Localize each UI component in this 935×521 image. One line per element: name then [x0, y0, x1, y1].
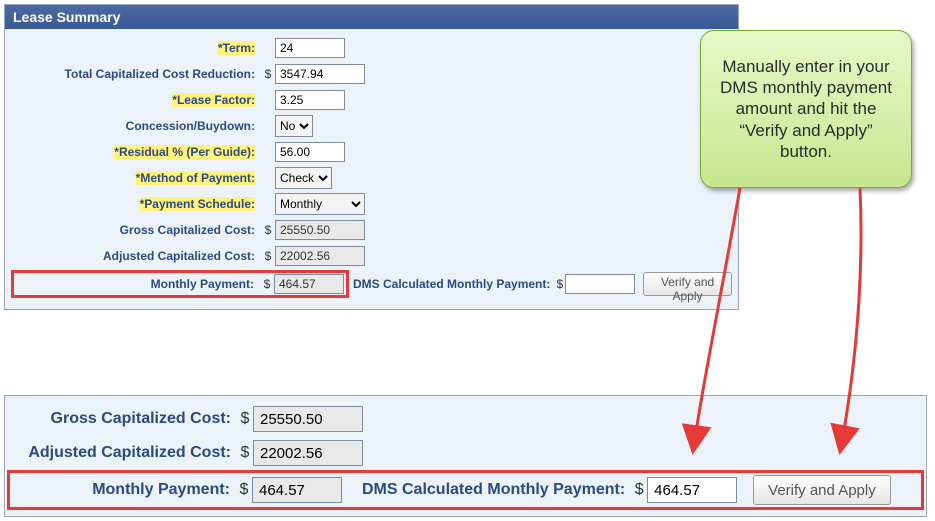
- dollar-sign: $: [236, 481, 252, 499]
- zoom-panel: Gross Capitalized Cost: $ Adjusted Capit…: [4, 395, 927, 517]
- zoom-label-adjusted: Adjusted Capitalized Cost:: [7, 444, 237, 462]
- label-gross: Gross Capitalized Cost:: [11, 223, 261, 237]
- label-concession: Concession/Buydown:: [11, 119, 261, 133]
- input-lease-factor[interactable]: [275, 90, 345, 110]
- input-adjusted: [275, 246, 365, 266]
- dollar-sign: $: [631, 481, 647, 499]
- input-residual[interactable]: [275, 142, 345, 162]
- dollar-sign: $: [260, 277, 274, 291]
- label-lease-factor: *Lease Factor:: [172, 93, 255, 107]
- dollar-sign: $: [237, 444, 253, 462]
- dollar-sign: $: [261, 223, 275, 237]
- input-term[interactable]: [275, 38, 345, 58]
- input-dms-calc[interactable]: [565, 274, 635, 294]
- select-schedule[interactable]: Monthly: [275, 193, 365, 215]
- callout-bubble: Manually enter in your DMS monthly payme…: [700, 30, 912, 188]
- zoom-label-monthly: Monthly Payment:: [12, 481, 236, 499]
- highlight-zoom-row: Monthly Payment: $ DMS Calculated Monthl…: [7, 470, 924, 510]
- lease-summary-panel: Lease Summary *Term: Total Capitalized C…: [4, 4, 739, 310]
- zoom-verify-apply-button[interactable]: Verify and Apply: [753, 475, 891, 505]
- verify-apply-button[interactable]: Verify and Apply: [643, 272, 732, 296]
- select-method[interactable]: Check: [275, 167, 332, 189]
- zoom-input-adjusted: [253, 440, 363, 466]
- dollar-sign: $: [554, 277, 565, 291]
- highlight-monthly-payment: Monthly Payment: $: [11, 270, 349, 298]
- select-concession[interactable]: No: [275, 115, 313, 137]
- dollar-sign: $: [261, 249, 275, 263]
- dollar-sign: $: [261, 67, 275, 81]
- label-method: *Method of Payment:: [136, 171, 255, 185]
- panel-body: *Term: Total Capitalized Cost Reduction:…: [5, 29, 738, 309]
- label-adjusted: Adjusted Capitalized Cost:: [11, 249, 261, 263]
- input-monthly: [274, 274, 344, 294]
- label-monthly: Monthly Payment:: [16, 277, 260, 291]
- input-gross: [275, 220, 365, 240]
- label-dms-calc: DMS Calculated Monthly Payment:: [349, 277, 554, 291]
- zoom-label-dms-calc: DMS Calculated Monthly Payment:: [356, 481, 631, 499]
- zoom-input-monthly: [252, 477, 342, 503]
- label-schedule: *Payment Schedule:: [140, 197, 255, 211]
- label-residual: *Residual % (Per Guide):: [114, 145, 255, 159]
- label-tccr: Total Capitalized Cost Reduction:: [11, 67, 261, 81]
- zoom-label-gross: Gross Capitalized Cost:: [7, 410, 237, 428]
- zoom-input-dms-calc[interactable]: [647, 477, 737, 503]
- zoom-input-gross: [253, 406, 363, 432]
- dollar-sign: $: [237, 410, 253, 428]
- input-tccr[interactable]: [275, 64, 365, 84]
- label-term: *Term:: [218, 41, 255, 55]
- panel-title: Lease Summary: [5, 5, 738, 29]
